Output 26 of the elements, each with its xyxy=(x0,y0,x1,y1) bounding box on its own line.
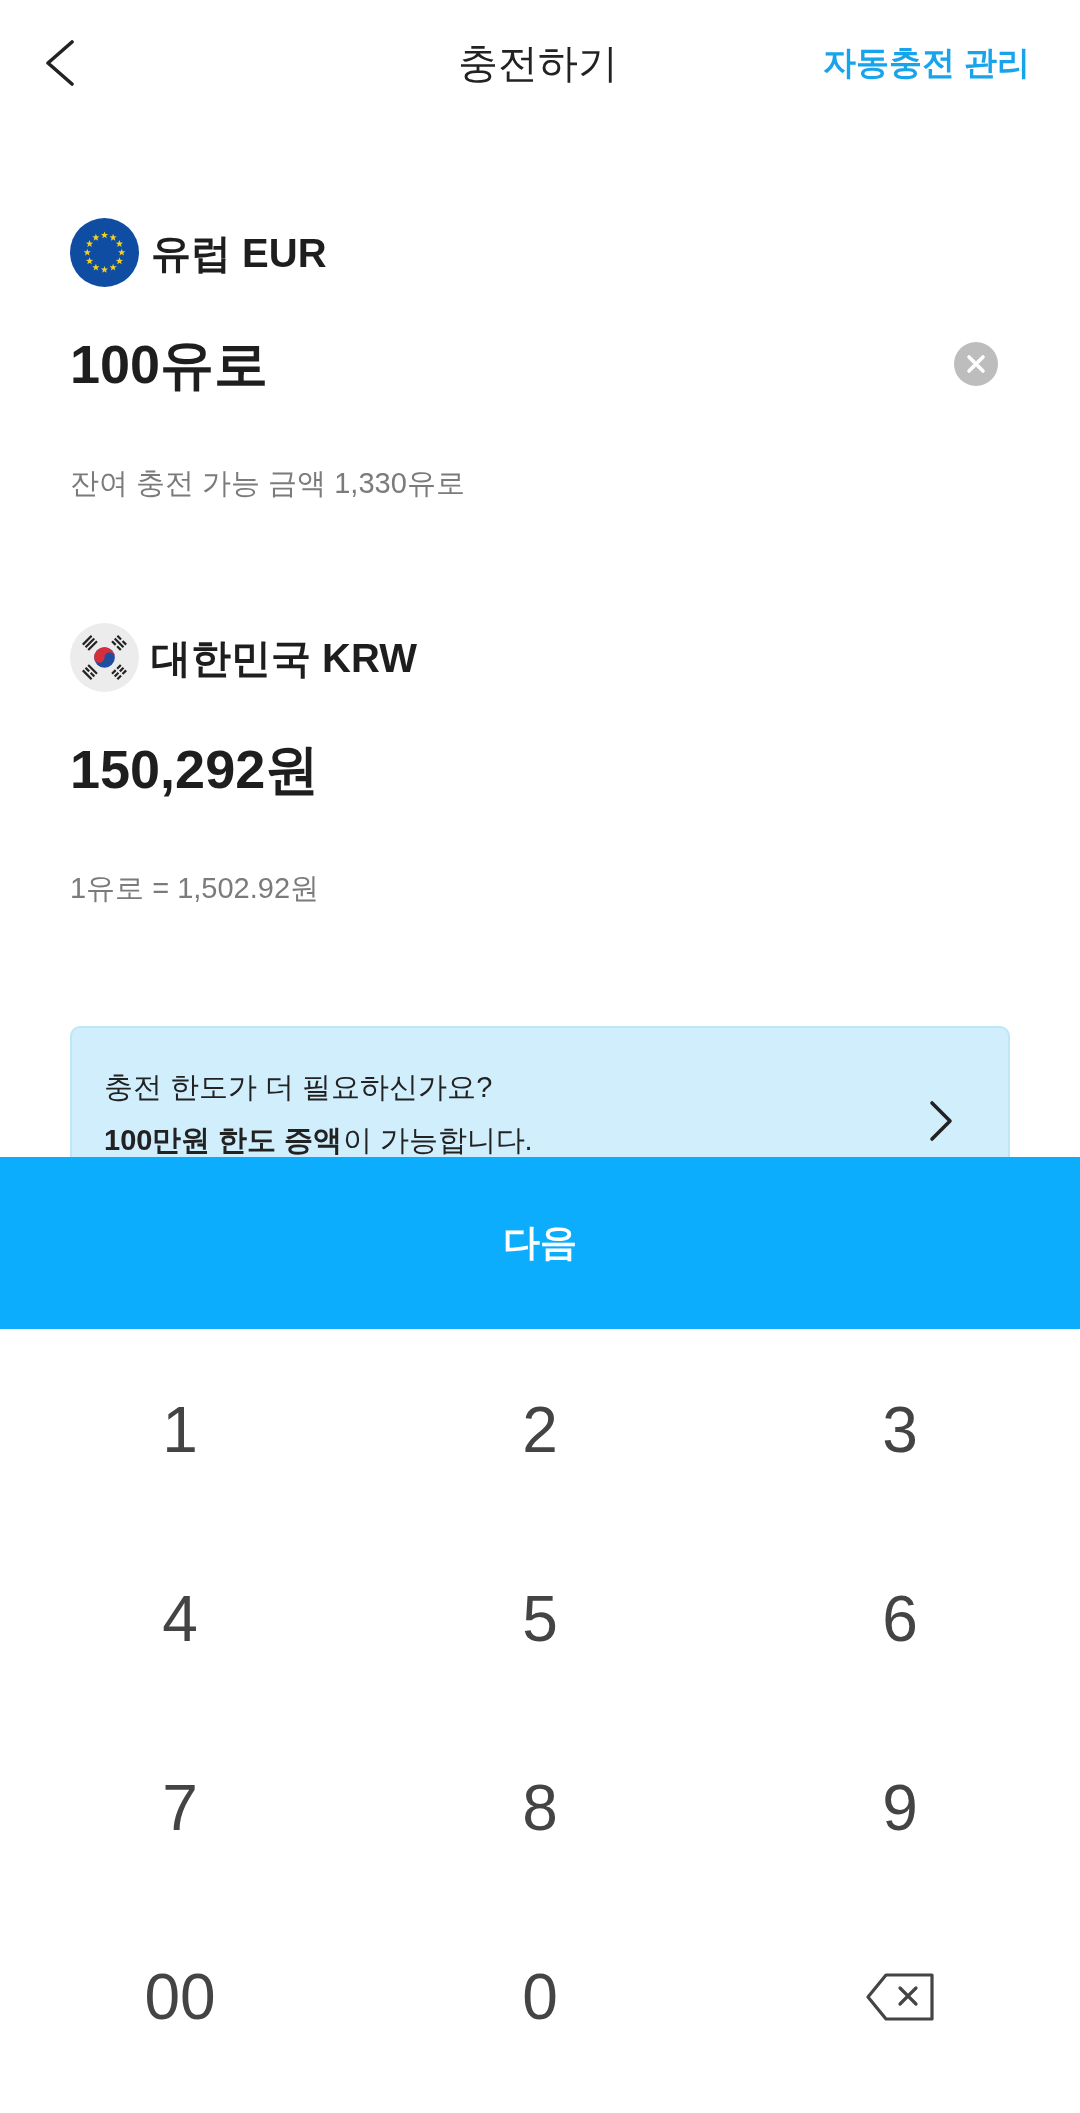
keypad-key[interactable]: 1 xyxy=(162,1393,198,1466)
keypad-key[interactable]: 00 xyxy=(144,1960,216,2033)
korea-flag-icon xyxy=(70,623,139,692)
back-icon[interactable] xyxy=(45,40,75,86)
keypad-key[interactable]: 6 xyxy=(882,1582,918,1655)
banner-text: 100만원 한도 증액이 가능합니다. xyxy=(104,1123,533,1157)
currency-label: 대한민국 KRW xyxy=(151,634,417,682)
currency-note: 1유로 = 1,502.92원 xyxy=(70,871,320,906)
keypad-key[interactable]: 2 xyxy=(522,1393,558,1466)
keypad-key[interactable]: 5 xyxy=(522,1582,558,1655)
keypad-key[interactable]: 8 xyxy=(522,1771,558,1844)
currency-note: 잔여 충전 가능 금액 1,330유로 xyxy=(70,466,465,501)
banner-text: 충전 한도가 더 필요하신가요? xyxy=(104,1070,493,1105)
keypad-key[interactable]: 7 xyxy=(162,1771,198,1844)
currency-label: 유럽 EUR xyxy=(151,229,327,277)
backspace-icon[interactable] xyxy=(866,1972,934,2021)
page-title: 충전하기 xyxy=(457,40,618,87)
keypad-key[interactable]: 9 xyxy=(882,1771,918,1844)
keypad-key[interactable]: 3 xyxy=(882,1393,918,1466)
amount-field[interactable]: 100유로 xyxy=(70,329,1010,399)
keypad-key[interactable]: 0 xyxy=(522,1960,558,2033)
limit-banner[interactable]: 충전 한도가 더 필요하신가요? 100만원 한도 증액이 가능합니다. xyxy=(70,1026,1010,1157)
keypad-key[interactable]: 4 xyxy=(162,1582,198,1655)
eu-flag-icon xyxy=(70,218,139,287)
chevron-right-icon xyxy=(929,1100,953,1142)
converted-amount: 150,292원 xyxy=(70,738,320,801)
